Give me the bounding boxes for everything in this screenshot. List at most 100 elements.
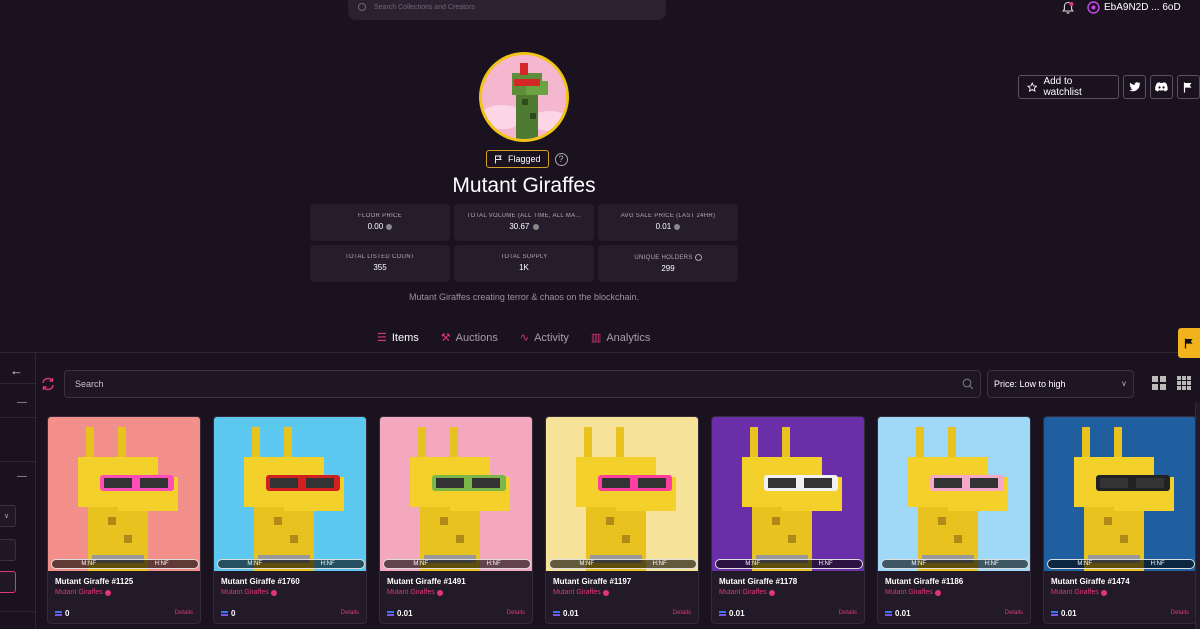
flagged-label: Flagged (508, 154, 541, 164)
back-arrow-icon[interactable]: ← (10, 363, 23, 378)
collapse-icon[interactable]: — (17, 397, 27, 408)
nft-name: Mutant Giraffe #1491 (387, 577, 466, 586)
stat-total-listed: TOTAL LISTED COUNT 355 (310, 245, 450, 282)
flag-icon (1184, 338, 1193, 348)
rarity-tag: M:NF (81, 561, 96, 567)
stat-label: UNIQUE HOLDERS (598, 254, 738, 261)
nft-collection-link[interactable]: Mutant Giraffes (885, 589, 941, 596)
details-link[interactable]: Details (341, 610, 359, 616)
nft-collection-link[interactable]: Mutant Giraffes (55, 589, 111, 596)
rarity-tags: M:NF H:NF (881, 559, 1029, 569)
info-icon[interactable] (694, 254, 702, 261)
nft-card[interactable]: M:NF H:NF Mutant Giraffe #1474 Mutant Gi… (1043, 416, 1197, 624)
nft-card[interactable]: M:NF H:NF Mutant Giraffe #1197 Mutant Gi… (545, 416, 699, 624)
details-link[interactable]: Details (1171, 610, 1189, 616)
tab-label: Items (391, 331, 419, 344)
details-link[interactable]: Details (1005, 610, 1023, 616)
rarity-tag: H:NF (486, 561, 501, 567)
verified-icon (270, 589, 277, 596)
details-link[interactable]: Details (507, 610, 525, 616)
filter-input[interactable] (0, 539, 16, 561)
refresh-icon[interactable] (41, 377, 55, 391)
rarity-tags: M:NF H:NF (549, 559, 697, 569)
nft-collection-link[interactable]: Mutant Giraffes (553, 589, 609, 596)
nft-price-value: 0 (231, 609, 236, 618)
rarity-tag: H:NF (652, 561, 667, 567)
filter-input-active[interactable] (0, 571, 16, 593)
nft-image[interactable]: M:NF H:NF (214, 417, 366, 571)
solana-icon (553, 610, 560, 617)
nft-price-value: 0 (65, 609, 70, 618)
stat-value: 30.67 (454, 222, 594, 231)
report-flag-button[interactable] (1177, 75, 1200, 99)
tab-analytics[interactable]: ▥ Analytics (591, 331, 650, 345)
collection-avatar (479, 52, 569, 142)
stat-label: TOTAL VOLUME (ALL TIME, ALL MA... (466, 213, 582, 219)
nft-image[interactable]: M:NF H:NF (878, 417, 1030, 571)
solana-icon (1051, 610, 1058, 617)
star-icon (1027, 81, 1038, 92)
stat-value: 355 (373, 263, 387, 272)
nft-image[interactable]: M:NF H:NF (380, 417, 532, 571)
nft-card[interactable]: M:NF H:NF Mutant Giraffe #1186 Mutant Gi… (877, 416, 1031, 624)
partial-card (1195, 403, 1200, 629)
nft-image[interactable]: M:NF H:NF (48, 417, 200, 571)
feedback-flag-button[interactable] (1178, 328, 1200, 358)
nft-image[interactable]: M:NF H:NF (712, 417, 864, 571)
nft-name: Mutant Giraffe #1186 (885, 577, 964, 586)
account-button[interactable]: EbA9N2D ... 6oD (1087, 1, 1181, 14)
solana-icon (885, 610, 892, 617)
nft-name: Mutant Giraffe #1178 (719, 577, 798, 586)
small-grid-icon[interactable] (1176, 375, 1192, 391)
verified-icon (1100, 589, 1107, 596)
twitter-button[interactable] (1123, 75, 1147, 99)
list-icon: ☰ (377, 332, 387, 344)
rarity-tag: M:NF (745, 561, 760, 567)
nft-collection-label: Mutant Giraffes (221, 589, 269, 596)
large-grid-icon[interactable] (1151, 375, 1167, 391)
nft-price: 0.01 (719, 609, 745, 618)
solana-icon (719, 610, 726, 617)
global-search-input[interactable]: Search Collections and Creators (348, 0, 666, 20)
tab-items[interactable]: ☰ Items (377, 331, 419, 345)
add-to-watchlist-button[interactable]: Add to watchlist (1018, 75, 1120, 99)
nft-price: 0 (221, 609, 235, 618)
nft-collection-label: Mutant Giraffes (55, 589, 103, 596)
rarity-tag: H:NF (1150, 561, 1165, 567)
flagged-badge[interactable]: Flagged (486, 150, 549, 168)
help-icon[interactable]: ? (554, 152, 568, 166)
gavel-icon: ⚒ (440, 332, 451, 344)
stat-avg-sale-price: AVG SALE PRICE (LAST 24HR) 0.01 (598, 204, 738, 241)
nft-price: 0.01 (553, 609, 579, 618)
nft-price: 0.01 (387, 609, 413, 618)
nft-card[interactable]: M:NF H:NF Mutant Giraffe #1760 Mutant Gi… (213, 416, 367, 624)
nft-collection-link[interactable]: Mutant Giraffes (1051, 589, 1107, 596)
nft-price: 0.01 (1051, 609, 1077, 618)
stat-label: TOTAL SUPPLY (500, 254, 548, 260)
filter-sidebar: ← — — ∨ (0, 353, 36, 629)
collapse-icon[interactable]: — (17, 471, 27, 482)
nft-card[interactable]: M:NF H:NF Mutant Giraffe #1491 Mutant Gi… (379, 416, 533, 624)
rarity-tag: H:NF (154, 561, 169, 567)
items-search-input[interactable]: Search (64, 370, 981, 398)
details-link[interactable]: Details (839, 610, 857, 616)
details-link[interactable]: Details (175, 610, 193, 616)
notification-bell-icon[interactable] (1061, 1, 1075, 15)
giraffe-artwork (1044, 417, 1196, 571)
tab-auctions[interactable]: ⚒ Auctions (440, 331, 498, 345)
nft-card[interactable]: M:NF H:NF Mutant Giraffe #1125 Mutant Gi… (47, 416, 201, 624)
nft-image[interactable]: M:NF H:NF (546, 417, 698, 571)
discord-button[interactable] (1150, 75, 1173, 99)
nft-card[interactable]: M:NF H:NF Mutant Giraffe #1178 Mutant Gi… (711, 416, 865, 624)
details-link[interactable]: Details (673, 610, 691, 616)
tab-activity[interactable]: ∿ Activity (520, 331, 569, 345)
nft-collection-link[interactable]: Mutant Giraffes (719, 589, 775, 596)
nft-image[interactable]: M:NF H:NF (1044, 417, 1196, 571)
stat-value: 1K (519, 263, 529, 272)
nft-collection-label: Mutant Giraffes (553, 589, 601, 596)
nft-collection-link[interactable]: Mutant Giraffes (221, 589, 277, 596)
giraffe-avatar-image (482, 55, 566, 139)
nft-collection-link[interactable]: Mutant Giraffes (387, 589, 443, 596)
sort-select[interactable]: Price: Low to high ∨ (987, 370, 1134, 398)
solana-icon (55, 610, 62, 617)
